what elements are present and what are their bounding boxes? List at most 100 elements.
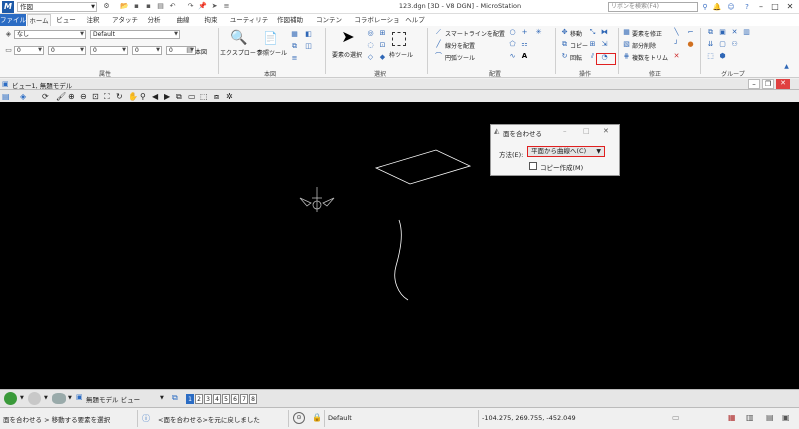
view-button-2[interactable]: 2 — [195, 394, 203, 404]
snap-icon[interactable]: ⊙ — [293, 412, 305, 424]
array-icon[interactable]: ⊞ — [588, 40, 597, 49]
info-icon[interactable]: ⓘ — [142, 413, 150, 424]
lock-icon[interactable]: ▥ — [742, 28, 751, 37]
curve-icon[interactable]: ∿ — [508, 52, 517, 61]
point-icon[interactable]: + — [520, 28, 529, 37]
view-windows-icon[interactable]: ⧉ — [172, 393, 178, 403]
chevron-down-icon[interactable]: ▼ — [160, 395, 164, 401]
explorer-label[interactable]: エクスプローラ — [220, 48, 262, 57]
rotate-icon[interactable]: ↻ — [560, 52, 569, 61]
method-select[interactable]: 平面から曲線へ(C) ▼ — [527, 146, 605, 157]
ribbon-search-input[interactable]: リボンを検索(F4) — [608, 2, 698, 12]
select-element-icon[interactable]: ➤ — [340, 28, 356, 46]
view-close-icon[interactable]: ✕ — [776, 79, 790, 89]
microstation-logo-icon[interactable]: M — [2, 1, 14, 13]
fit-view-icon[interactable]: ⛶ — [104, 92, 110, 102]
save-icon[interactable]: ▪ — [132, 2, 141, 11]
color-select[interactable]: 0 ▼ — [14, 46, 44, 55]
fence-tool-label[interactable]: 枠ツール — [389, 50, 413, 59]
rotate-view-icon[interactable]: ↻ — [116, 92, 123, 101]
ribbon-collapse-icon[interactable]: ▲ — [782, 62, 791, 71]
view-attributes-icon[interactable]: ▤ — [2, 92, 10, 101]
cell-place-icon[interactable]: ⚏ — [520, 40, 529, 49]
tab-view[interactable]: ビュー — [55, 14, 77, 26]
paint-icon[interactable]: 🖌 — [56, 92, 66, 101]
modify-element-label[interactable]: 要素を修正 — [632, 29, 662, 38]
render-icon[interactable]: ✲ — [226, 92, 233, 101]
mirror-icon[interactable]: ⧓ — [600, 28, 609, 37]
search-icon[interactable]: ⚲ — [700, 2, 710, 12]
view-toggle-icon[interactable]: ▭ — [188, 92, 196, 101]
model-view-label[interactable]: 無題モデル ビュー — [86, 394, 140, 404]
view-button-7[interactable]: 7 — [240, 394, 248, 404]
line-icon[interactable]: ╱ — [434, 40, 443, 49]
dialog-maximize-icon[interactable]: □ — [583, 127, 590, 135]
view-button-6[interactable]: 6 — [231, 394, 239, 404]
raster-icon[interactable]: ▦ — [290, 30, 299, 39]
partial-delete-label[interactable]: 部分削除 — [632, 41, 656, 50]
style-select[interactable]: 0 ▼ — [48, 46, 86, 55]
copy-label[interactable]: コピー — [570, 41, 588, 50]
tab-annotate[interactable]: 注釈 — [83, 14, 103, 26]
reference-tool-label[interactable]: 参照ツール — [257, 48, 287, 57]
modify-element-icon[interactable]: ▦ — [622, 28, 631, 37]
arc-icon[interactable]: ⌒ — [434, 52, 443, 61]
previous-view-icon[interactable]: ◀ — [152, 92, 158, 101]
copy-checkbox[interactable] — [529, 162, 537, 170]
close-icon[interactable]: ✕ — [783, 0, 797, 13]
help-icon[interactable]: ? — [742, 2, 752, 12]
arc-tool-label[interactable]: 円弧ツール — [445, 53, 475, 62]
minimize-icon[interactable]: – — [754, 0, 768, 13]
display-style-icon[interactable]: ◈ — [20, 92, 26, 101]
attach-icon[interactable]: ⧉ — [290, 42, 299, 51]
redo-icon[interactable]: ↷ — [186, 2, 195, 11]
scale-icon[interactable]: ⤡ — [588, 28, 597, 37]
tab-file[interactable]: ファイル — [0, 14, 26, 26]
view-group-icon[interactable] — [52, 393, 66, 404]
deselect-icon[interactable]: ◌ — [366, 41, 375, 50]
copy-label[interactable]: コピー作成(M) — [540, 162, 583, 172]
next-view-icon[interactable]: ▶ — [164, 92, 170, 101]
dialog-minimize-icon[interactable]: – — [563, 127, 567, 135]
smartline-label[interactable]: スマートラインを配置 — [445, 29, 505, 38]
tab-constraints[interactable]: 拘束 — [200, 14, 222, 26]
zoom-in-icon[interactable]: ⊕ — [68, 92, 75, 101]
move-icon[interactable]: ✥ — [560, 28, 569, 37]
explorer-icon[interactable]: 🔍 — [230, 30, 247, 46]
camera-icon[interactable]: ⧈ — [214, 92, 219, 102]
graphic-group-icon[interactable]: ✕ — [730, 28, 739, 37]
accudraw-icon[interactable]: ▥ — [746, 413, 754, 422]
complex-chain-icon[interactable]: ⬚ — [706, 52, 715, 61]
update-view-icon[interactable]: ⟳ — [42, 92, 49, 101]
cell-icon[interactable]: ◫ — [304, 42, 313, 51]
chevron-down-icon[interactable]: ▼ — [20, 395, 24, 401]
weight-select[interactable]: 0 ▼ — [90, 46, 128, 55]
print-icon[interactable]: ▤ — [156, 2, 165, 11]
level-default-select[interactable]: Default ▼ — [90, 30, 180, 39]
view-button-1[interactable]: 1 — [186, 394, 194, 404]
reference-icon[interactable]: 📄 — [263, 30, 278, 46]
trim-icon[interactable]: ⋕ — [622, 52, 631, 61]
back-icon[interactable] — [4, 392, 17, 405]
select-by-icon[interactable]: ⊞ — [378, 29, 387, 38]
named-group-icon[interactable]: ⚇ — [730, 40, 739, 49]
dialog-close-icon[interactable]: ✕ — [603, 127, 609, 135]
tab-attach[interactable]: アタッチ — [110, 14, 140, 26]
palette-icon[interactable]: ● — [686, 40, 695, 49]
drawing-viewport[interactable] — [0, 102, 799, 389]
window-area-icon[interactable]: ⊡ — [92, 92, 99, 101]
walk-icon[interactable]: ⚲ — [140, 92, 146, 101]
create-region-icon[interactable]: ▢ — [718, 40, 727, 49]
undo-icon[interactable]: ↶ — [168, 2, 177, 11]
tab-content[interactable]: コンテンツ — [313, 14, 345, 36]
delete-icon[interactable]: ✕ — [672, 52, 681, 61]
level-select[interactable]: なし ▼ — [14, 30, 86, 39]
tab-home[interactable]: ホーム — [27, 14, 51, 26]
chamfer-icon[interactable]: ⌐ — [686, 28, 695, 37]
pan-icon[interactable]: ✋ — [128, 92, 138, 101]
notification-icon[interactable]: 🔔 — [712, 2, 722, 12]
line-label[interactable]: 線分を配置 — [445, 41, 475, 50]
select-all-icon[interactable]: ◎ — [366, 29, 375, 38]
text-icon[interactable]: A — [520, 52, 529, 61]
maximize-icon[interactable]: □ — [768, 0, 782, 13]
